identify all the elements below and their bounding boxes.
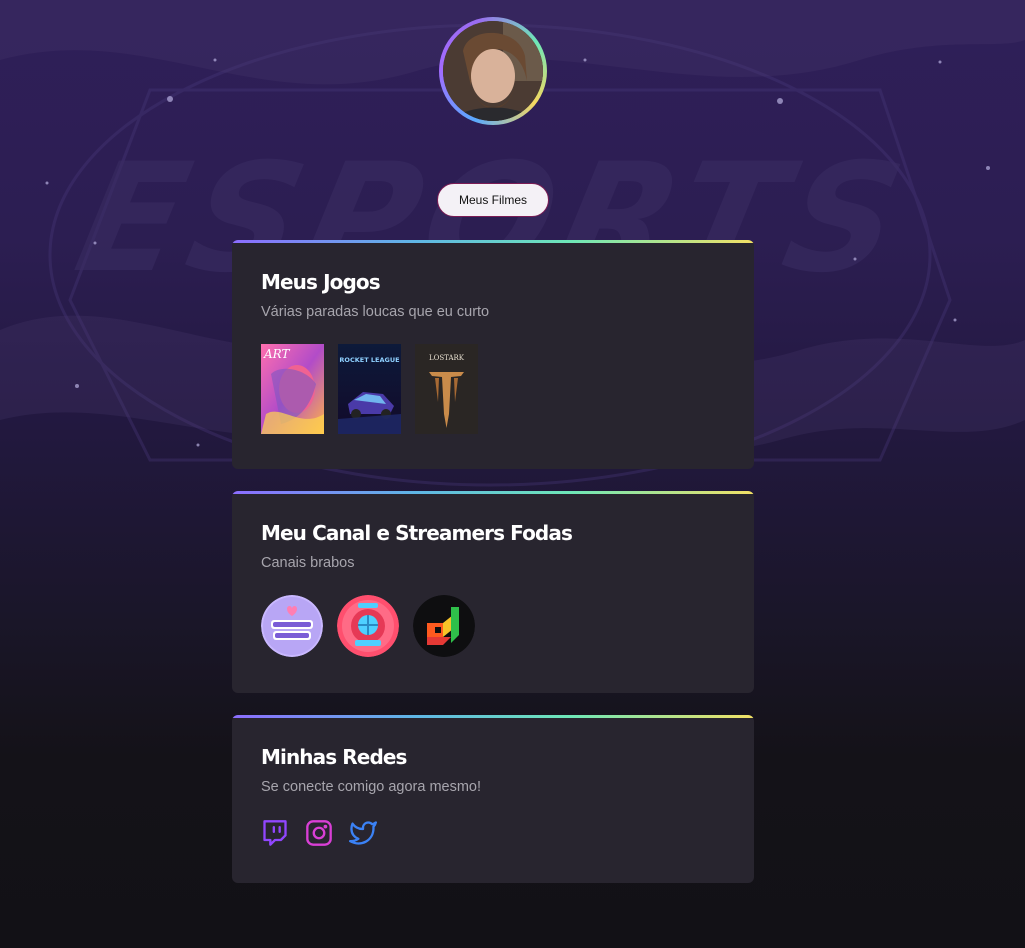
profile-avatar [439, 17, 547, 125]
movies-button[interactable]: Meus Filmes [437, 183, 549, 217]
game-cover-art[interactable]: ART [261, 344, 324, 434]
channels-list [261, 595, 489, 657]
colorful-d-channel-logo[interactable] [413, 595, 475, 657]
channels-title: Meu Canal e Streamers Fodas [261, 521, 573, 545]
games-list: ART ROCKET LEAGUE LOSTARK [261, 344, 492, 434]
game-art-caption: ART [263, 347, 290, 361]
game-lost-ark-caption: LOSTARK [429, 354, 465, 362]
channels-subtitle: Canais brabos [261, 555, 355, 571]
profile-photo [443, 21, 543, 121]
games-subtitle: Várias paradas loucas que eu curto [261, 304, 490, 320]
double-trouble-channel-logo[interactable] [261, 595, 323, 657]
diver-helmet-channel-logo[interactable] [337, 595, 399, 657]
games-title: Meus Jogos [261, 270, 381, 294]
socials-card: Minhas Redes Se conecte comigo agora mes… [232, 715, 754, 883]
game-cover-lost-ark[interactable]: LOSTARK [415, 344, 478, 434]
socials-list [261, 819, 393, 847]
instagram-icon[interactable] [305, 819, 333, 847]
socials-subtitle: Se conecte comigo agora mesmo! [261, 779, 482, 795]
channels-card: Meu Canal e Streamers Fodas Canais brabo… [232, 491, 754, 693]
twitter-icon[interactable] [349, 819, 377, 847]
games-card: Meus Jogos Várias paradas loucas que eu … [232, 240, 754, 469]
socials-title: Minhas Redes [261, 745, 407, 769]
twitch-icon[interactable] [261, 819, 289, 847]
game-rocket-league-caption: ROCKET LEAGUE [339, 356, 399, 364]
game-cover-rocket-league[interactable]: ROCKET LEAGUE [338, 344, 401, 434]
